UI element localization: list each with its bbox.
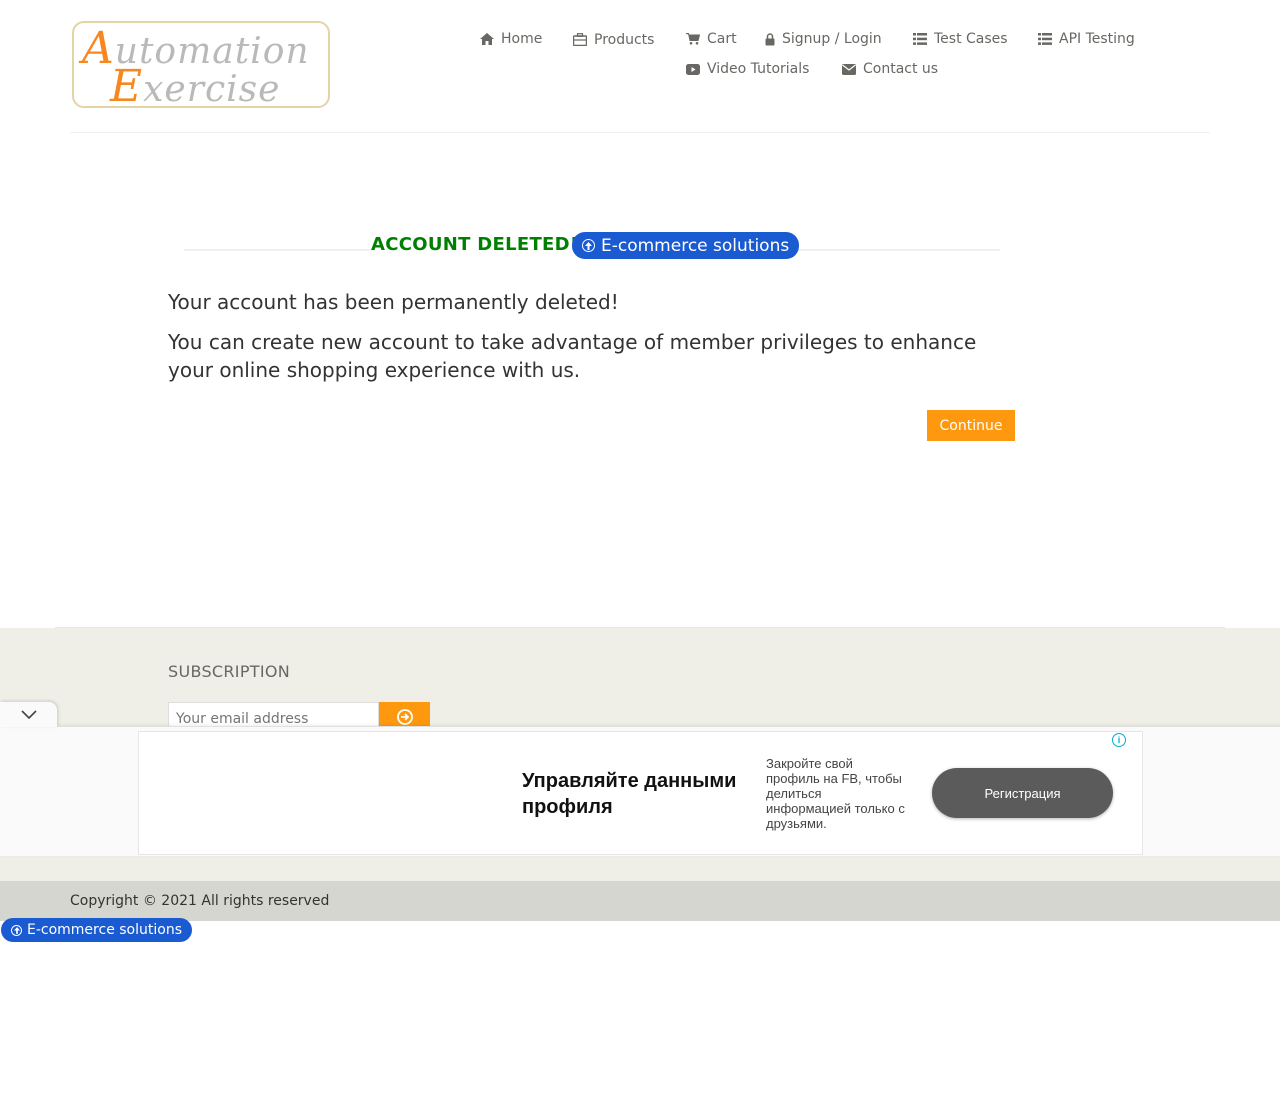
nav-home[interactable]: Home [480, 31, 542, 47]
ad-body-text: Закройте свой профиль на FB, чтобы делит… [766, 756, 905, 831]
arrow-up-circle-icon [11, 924, 22, 936]
list-icon [1038, 32, 1052, 46]
nav-cart[interactable]: Cart [686, 31, 737, 47]
nav-api-testing-label: API Testing [1059, 31, 1135, 47]
nav-signup-login-label: Signup / Login [782, 31, 882, 47]
continue-button[interactable]: Continue [927, 410, 1015, 441]
youtube-play-icon [686, 62, 700, 76]
ecommerce-solutions-badge-footer[interactable]: E-commerce solutions [1, 918, 192, 942]
deleted-message: Your account has been permanently delete… [168, 290, 619, 314]
nav-test-cases[interactable]: Test Cases [913, 31, 1008, 47]
envelope-icon [842, 62, 856, 76]
nav-products-label: Products [594, 32, 655, 48]
ad-info-icon[interactable]: i [1112, 733, 1126, 747]
shopping-cart-icon [686, 32, 700, 46]
nav-api-testing[interactable]: API Testing [1038, 31, 1135, 47]
subscription-title: SUBSCRIPTION [168, 662, 291, 681]
header-divider [70, 132, 1210, 133]
list-icon [913, 32, 927, 46]
ecommerce-solutions-badge[interactable]: E-commerce solutions [572, 232, 800, 259]
briefcase-icon [573, 32, 587, 46]
ecommerce-badge-label: E-commerce solutions [601, 235, 790, 256]
nav-home-label: Home [501, 31, 543, 47]
create-account-message: You can create new account to take advan… [168, 330, 977, 382]
site-logo[interactable]: Automation Exercise [72, 21, 330, 108]
page-title: ACCOUNT DELETED! [371, 234, 579, 255]
nav-contact-us[interactable]: Contact us [842, 61, 938, 77]
ad-register-button[interactable]: Регистрация [932, 768, 1113, 818]
logo-line-2: Exercise [110, 61, 281, 108]
ad-collapse-toggle[interactable] [0, 702, 57, 727]
chevron-down-icon [20, 705, 37, 724]
ecommerce-badge-footer-label: E-commerce solutions [27, 922, 182, 938]
home-icon [480, 32, 494, 46]
nav-products[interactable]: Products [573, 31, 655, 48]
nav-cart-label: Cart [707, 31, 737, 47]
arrow-up-circle-icon [582, 239, 595, 252]
ad-headline: Управляйте данными профиля [522, 770, 737, 818]
nav-contact-us-label: Contact us [863, 61, 939, 77]
nav-video-tutorials[interactable]: Video Tutorials [686, 61, 809, 77]
nav-signup-login[interactable]: Signup / Login [765, 31, 882, 47]
lock-icon [765, 32, 775, 46]
copyright-text: Copyright © 2021 All rights reserved [70, 893, 330, 909]
nav-test-cases-label: Test Cases [934, 31, 1008, 47]
nav-video-tutorials-label: Video Tutorials [707, 61, 810, 77]
